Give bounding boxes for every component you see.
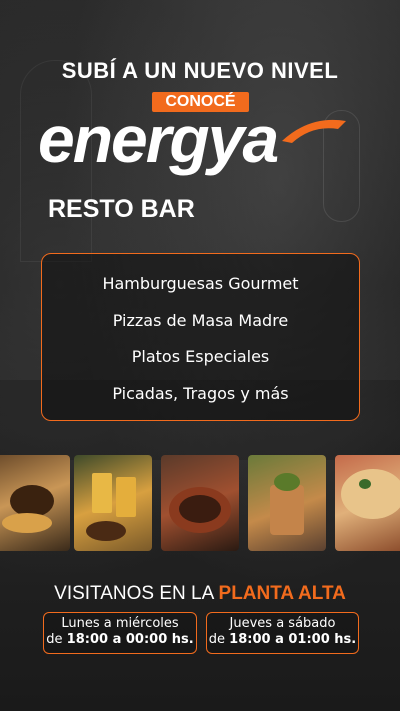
visit-highlight: PLANTA ALTA (218, 583, 346, 604)
menu-item: Hamburguesas Gourmet (102, 274, 299, 293)
visit-message: VISITANOS EN LA PLANTA ALTA (0, 583, 400, 605)
menu-item: Platos Especiales (131, 347, 270, 366)
pizza-photo (335, 455, 400, 551)
brand-name: energy (38, 102, 244, 176)
schedule-days: Lunes a miércoles (61, 616, 179, 631)
schedule-time-line: de 18:00 a 01:00 hs. (207, 632, 358, 647)
burger-photo (0, 455, 70, 551)
brand-name-tail: a (242, 102, 279, 176)
beer-photo (74, 455, 152, 551)
menu-box: Hamburguesas Gourmet Pizzas de Masa Madr… (41, 253, 360, 421)
schedule-box: Lunes a miércoles de 18:00 a 00:00 hs. (43, 612, 197, 654)
photo-strip (0, 455, 400, 551)
schedule-prefix: de (46, 632, 67, 647)
menu-item: Pizzas de Masa Madre (112, 311, 289, 330)
schedule-time: 18:00 a 01:00 hs. (229, 632, 357, 647)
schedule-prefix: de (208, 632, 230, 647)
visit-prefix: VISITANOS EN LA (54, 583, 219, 604)
brand-subtitle: RESTO BAR (48, 195, 195, 223)
stew-photo (161, 455, 239, 551)
schedule-days: Jueves a sábado (229, 616, 336, 631)
brand-logo: energya (38, 106, 279, 172)
headline: SUBÍ A UN NUEVO NIVEL (61, 58, 339, 83)
schedule-time: 18:00 a 00:00 hs. (66, 632, 194, 647)
menu-item: Picadas, Tragos y más (112, 384, 289, 403)
cocktail-photo (248, 455, 326, 551)
schedule-box: Jueves a sábado de 18:00 a 01:00 hs. (206, 612, 359, 654)
swoosh-icon (282, 119, 346, 143)
schedule-time-line: de 18:00 a 00:00 hs. (44, 632, 196, 647)
